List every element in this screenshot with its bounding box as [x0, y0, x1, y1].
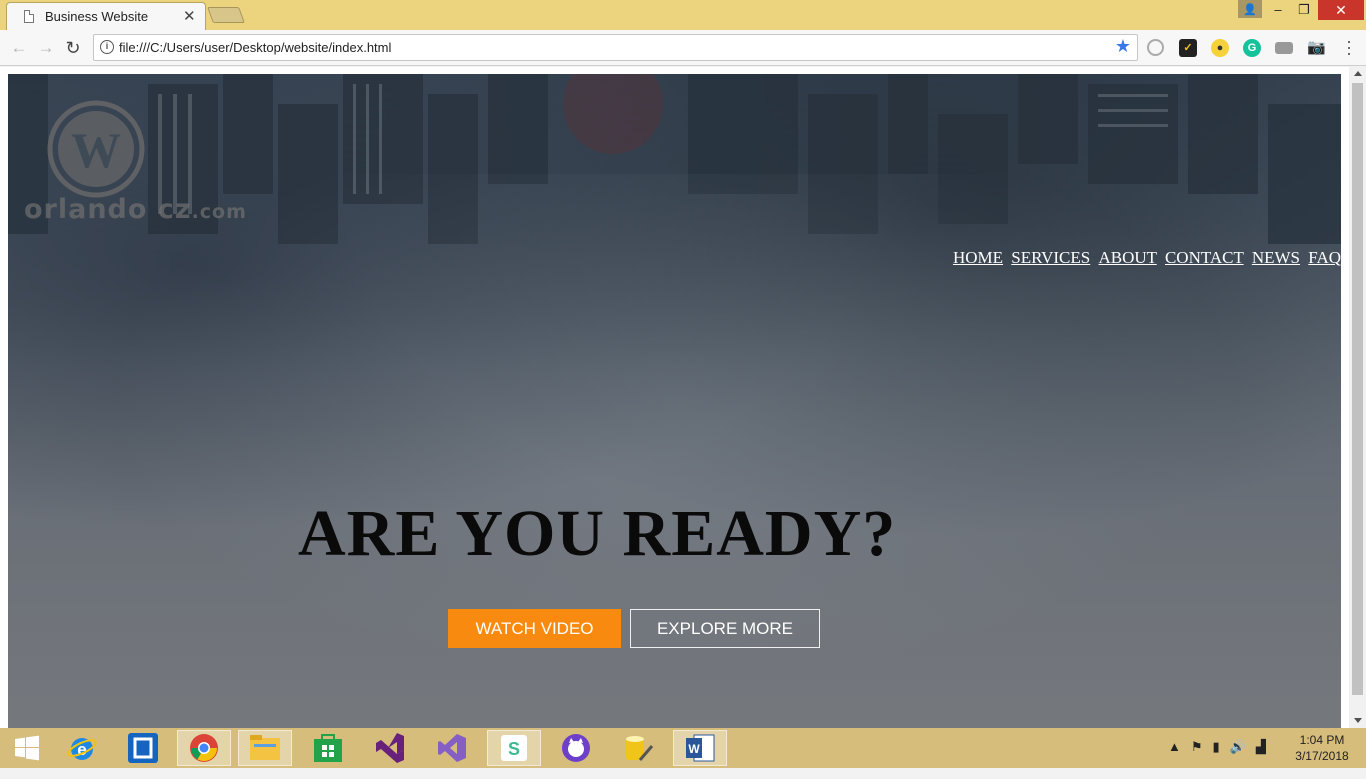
close-window-button[interactable]: ✕	[1318, 0, 1364, 20]
file-explorer-icon[interactable]	[238, 730, 292, 766]
visual-studio-icon[interactable]	[363, 730, 417, 766]
tab-close-icon[interactable]: ✕	[183, 7, 196, 25]
grammarly-icon[interactable]: G	[1243, 39, 1261, 57]
word-icon[interactable]: W	[673, 730, 727, 766]
address-bar[interactable]: i file:///C:/Users/user/Desktop/website/…	[93, 34, 1138, 61]
forward-arrow-icon[interactable]: →	[35, 37, 57, 59]
back-arrow-icon[interactable]: ←	[8, 37, 30, 59]
slack-icon[interactable]: S	[487, 730, 541, 766]
logo-main-text: orlando cz	[24, 194, 192, 225]
remote-desktop-icon[interactable]	[116, 730, 170, 766]
visual-studio-purple-icon[interactable]	[425, 730, 479, 766]
url-text[interactable]: file:///C:/Users/user/Desktop/website/in…	[119, 40, 391, 55]
clock-time: 1:04 PM	[1299, 733, 1345, 747]
internet-explorer-icon[interactable]: e	[55, 730, 109, 766]
action-center-flag-icon[interactable]: ⚑	[1191, 739, 1203, 779]
extension-check-icon[interactable]: ✓	[1179, 39, 1197, 57]
file-icon	[24, 10, 34, 23]
maximize-button[interactable]: ❐	[1292, 0, 1316, 20]
nav-link-about[interactable]: ABOUT	[1098, 248, 1156, 267]
logo-suffix-text: .com	[191, 201, 247, 223]
chrome-icon[interactable]	[177, 730, 231, 766]
store-icon[interactable]	[301, 730, 355, 766]
browser-toolbar: ← → ↻ i file:///C:/Users/user/Desktop/we…	[0, 30, 1366, 66]
system-tray: ▲ ⚑ ▮ 🔊 ▟	[1168, 739, 1266, 779]
extension-search-icon[interactable]: ●	[1211, 39, 1229, 57]
bookmark-star-icon[interactable]: ★	[1115, 36, 1131, 57]
reload-icon[interactable]: ↻	[62, 37, 84, 59]
info-icon[interactable]: i	[100, 40, 114, 54]
camera-icon[interactable]: 📷	[1307, 39, 1326, 57]
network-signal-icon[interactable]: ▟	[1256, 739, 1266, 779]
battery-icon[interactable]: ▮	[1213, 739, 1220, 779]
svg-text:W: W	[71, 122, 121, 178]
scrollbar-thumb[interactable]	[1352, 83, 1363, 695]
explore-more-button[interactable]: EXPLORE MORE	[630, 609, 820, 648]
clock-date: 3/17/2018	[1295, 749, 1349, 763]
page-viewport: W orlando cz.com HOME SERVICES ABOUT CON…	[0, 67, 1366, 728]
extension-screen-icon[interactable]	[1275, 42, 1293, 54]
nav-link-faq[interactable]: FAQ	[1308, 248, 1341, 267]
site-logo-text: orlando cz.com	[24, 194, 247, 225]
nav-link-home[interactable]: HOME	[953, 248, 1003, 267]
scroll-up-icon[interactable]	[1354, 71, 1362, 76]
github-desktop-icon[interactable]	[549, 730, 603, 766]
show-hidden-icons-icon[interactable]: ▲	[1168, 739, 1181, 779]
watch-video-button[interactable]: WATCH VIDEO	[448, 609, 621, 648]
profile-icon[interactable]: 👤	[1238, 0, 1262, 18]
windows-start-icon[interactable]	[0, 730, 54, 766]
extension-circle-icon[interactable]	[1147, 39, 1164, 56]
minimize-button[interactable]: –	[1266, 0, 1290, 20]
wordpress-logo-icon: W	[47, 100, 145, 198]
nav-link-contact[interactable]: CONTACT	[1165, 248, 1244, 267]
hero-headline: ARE YOU READY?	[298, 497, 897, 570]
volume-icon[interactable]: 🔊	[1230, 739, 1246, 779]
clock[interactable]: 1:04 PM 3/17/2018	[1290, 732, 1354, 772]
hero-section: W orlando cz.com HOME SERVICES ABOUT CON…	[8, 74, 1341, 728]
nav-link-news[interactable]: NEWS	[1252, 248, 1300, 267]
svg-text:S: S	[508, 739, 520, 759]
main-nav: HOME SERVICES ABOUT CONTACT NEWS FAQ	[949, 248, 1341, 268]
svg-text:W: W	[688, 742, 700, 756]
nav-link-services[interactable]: SERVICES	[1011, 248, 1090, 267]
browser-menu-icon[interactable]: · · ·	[1342, 32, 1356, 62]
scroll-down-icon[interactable]	[1354, 718, 1362, 723]
browser-tab[interactable]: Business Website ✕	[6, 2, 206, 30]
database-tool-icon[interactable]	[611, 730, 665, 766]
new-tab-button[interactable]	[207, 7, 245, 23]
tab-title: Business Website	[45, 9, 149, 24]
tab-strip: Business Website ✕ 👤 – ❐ ✕	[0, 0, 1366, 30]
vertical-scrollbar[interactable]	[1349, 67, 1366, 728]
windows-taskbar: e S W ▲ ⚑ ▮ 🔊 ▟ 1:04 PM 3/17/2018	[0, 728, 1366, 768]
